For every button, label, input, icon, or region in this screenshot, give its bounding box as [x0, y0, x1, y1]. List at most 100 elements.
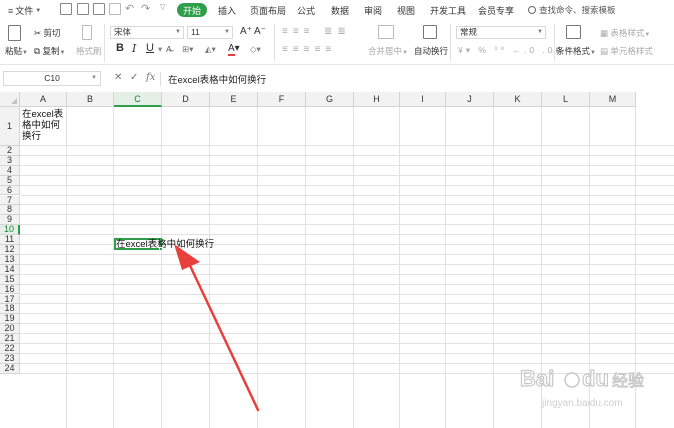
- paste-icon[interactable]: [8, 25, 21, 41]
- chevron-down-icon: ▼: [175, 29, 181, 35]
- command-search[interactable]: 查找命令、搜索模板: [528, 4, 616, 16]
- vertical-align-icons[interactable]: ≡≡≡: [282, 26, 315, 37]
- tab-view[interactable]: 视图: [397, 4, 415, 17]
- row-gridline: [20, 333, 674, 335]
- fill-color-icon[interactable]: ◭▾: [205, 44, 216, 55]
- cell-a1[interactable]: 在excel表 格中如何 换行: [22, 109, 66, 142]
- clear-format-icon[interactable]: ◇▾: [250, 44, 261, 55]
- tab-home-label: 开始: [182, 5, 201, 16]
- decrease-font-icon[interactable]: A⁻: [254, 26, 266, 37]
- svg-text:Bai: Bai: [520, 366, 554, 391]
- format-painter-icon[interactable]: [82, 25, 92, 40]
- command-search-label: 查找命令、搜索模板: [539, 5, 616, 15]
- column-header-h[interactable]: H: [354, 92, 400, 107]
- row-gridline: [20, 194, 674, 196]
- tab-home[interactable]: 开始: [177, 3, 207, 17]
- insert-function-icon[interactable]: fx: [146, 72, 155, 83]
- menu-bar: ≡ 文件 ▼ ↶ ↷ ▽ 开始 插入 页面布局 公式 数据 审阅 视图 开发工具…: [0, 0, 674, 20]
- row-header-1[interactable]: 1: [0, 107, 20, 146]
- column-header-d[interactable]: D: [162, 92, 210, 107]
- column-header-i[interactable]: I: [400, 92, 446, 107]
- font-size-select[interactable]: 11 ▼: [187, 26, 233, 39]
- baidu-watermark: Bai du 经验 jingyan.baidu.com: [519, 365, 644, 409]
- tab-page-layout[interactable]: 页面布局: [250, 4, 286, 17]
- name-box[interactable]: C10 ▼: [3, 71, 101, 86]
- table-style-label: 表格样式: [610, 28, 645, 38]
- row-gridline: [20, 204, 674, 206]
- tab-data[interactable]: 数据: [331, 4, 349, 17]
- wrap-text-button[interactable]: 自动换行: [414, 45, 448, 57]
- undo-icon[interactable]: ↶: [125, 2, 134, 15]
- conditional-format-icon[interactable]: [566, 25, 581, 39]
- row-gridline: [20, 174, 674, 176]
- row-header-16[interactable]: 16: [0, 284, 20, 295]
- confirm-icon[interactable]: ✓: [130, 72, 138, 83]
- row-gridline: [20, 283, 674, 285]
- row-gridline: [20, 145, 674, 146]
- font-name-select[interactable]: 宋体 ▼: [110, 26, 184, 39]
- tab-developer[interactable]: 开发工具: [430, 4, 466, 17]
- save-icon[interactable]: [60, 3, 72, 15]
- cut-button[interactable]: ✂ 剪切: [34, 27, 61, 39]
- number-format-select[interactable]: 常规 ▼: [456, 26, 546, 39]
- row-header-6[interactable]: 6: [0, 185, 20, 196]
- row-gridline: [20, 164, 674, 166]
- redo-icon[interactable]: ↷: [141, 2, 150, 15]
- merge-center-icon[interactable]: [378, 25, 394, 39]
- underline-dropdown-icon[interactable]: ▾: [158, 44, 162, 55]
- print-preview-icon[interactable]: [109, 3, 121, 15]
- bold-button[interactable]: B: [116, 42, 124, 54]
- quick-access-dropdown-icon[interactable]: ▽: [160, 3, 165, 11]
- row-gridline: [20, 224, 674, 226]
- paste-label: 粘贴: [5, 46, 23, 56]
- print-icon[interactable]: [93, 3, 105, 15]
- row-header-24[interactable]: 24: [0, 363, 20, 374]
- row-gridline: [20, 234, 674, 236]
- cell-a1-line: 格中如何: [22, 120, 61, 131]
- ribbon-separator: [554, 24, 555, 62]
- paste-button[interactable]: 粘贴▼: [5, 45, 28, 57]
- column-header-g[interactable]: G: [306, 92, 354, 107]
- file-menu[interactable]: ≡ 文件 ▼: [8, 4, 41, 17]
- column-header-j[interactable]: J: [446, 92, 494, 107]
- column-header-m[interactable]: M: [590, 92, 636, 107]
- column-header-l[interactable]: L: [542, 92, 590, 107]
- underline-button[interactable]: U: [146, 42, 154, 54]
- horizontal-align-icons[interactable]: ≡≡≡≡≡: [282, 44, 336, 55]
- wrap-text-icon[interactable]: [423, 25, 437, 39]
- format-painter-button[interactable]: 格式刷: [76, 45, 102, 57]
- increase-font-icon[interactable]: A⁺: [240, 26, 252, 37]
- font-color-icon[interactable]: A▾: [228, 43, 240, 56]
- borders-icon[interactable]: ⊞▾: [182, 44, 193, 55]
- tab-insert[interactable]: 插入: [218, 4, 236, 17]
- formula-input[interactable]: 在excel表格中如何换行: [168, 72, 266, 86]
- ribbon-toolbar: 粘贴▼ ✂ 剪切 ⧉ 复制▼ 格式刷 宋体 ▼ 11 ▼ A⁺ A⁻ B I U…: [0, 20, 674, 65]
- italic-button[interactable]: I: [132, 42, 136, 55]
- column-header-f[interactable]: F: [258, 92, 306, 107]
- file-menu-label: 文件: [15, 6, 34, 16]
- strikethrough-icon[interactable]: A̶: [166, 44, 172, 54]
- column-header-e[interactable]: E: [210, 92, 258, 107]
- chevron-down-icon: ▼: [91, 75, 97, 81]
- tab-review[interactable]: 审阅: [364, 4, 382, 17]
- row-gridline: [20, 303, 674, 305]
- export-icon[interactable]: [77, 3, 89, 15]
- cell-a1-line: 换行: [22, 131, 42, 142]
- chevron-down-icon: ▼: [35, 7, 42, 14]
- hamburger-icon: ≡: [8, 5, 14, 16]
- column-header-a[interactable]: A: [20, 92, 67, 107]
- row-gridline: [20, 214, 674, 216]
- tab-formulas[interactable]: 公式: [297, 4, 315, 17]
- tab-member[interactable]: 会员专享: [478, 4, 514, 17]
- conditional-format-button[interactable]: 条件格式▼: [556, 45, 596, 57]
- column-header-b[interactable]: B: [67, 92, 114, 107]
- copy-button[interactable]: ⧉ 复制▼: [34, 45, 65, 57]
- merge-center-button[interactable]: 合并居中▼: [368, 45, 408, 57]
- cell-style-button[interactable]: ▤ 单元格样式: [600, 45, 653, 57]
- table-style-button[interactable]: ▦ 表格样式▼: [600, 27, 650, 39]
- cancel-icon[interactable]: ✕: [114, 72, 122, 83]
- column-header-k[interactable]: K: [494, 92, 542, 107]
- indent-icons[interactable]: ≣≣: [324, 26, 351, 37]
- select-all-corner[interactable]: [0, 92, 20, 107]
- column-header-c[interactable]: C: [114, 92, 162, 107]
